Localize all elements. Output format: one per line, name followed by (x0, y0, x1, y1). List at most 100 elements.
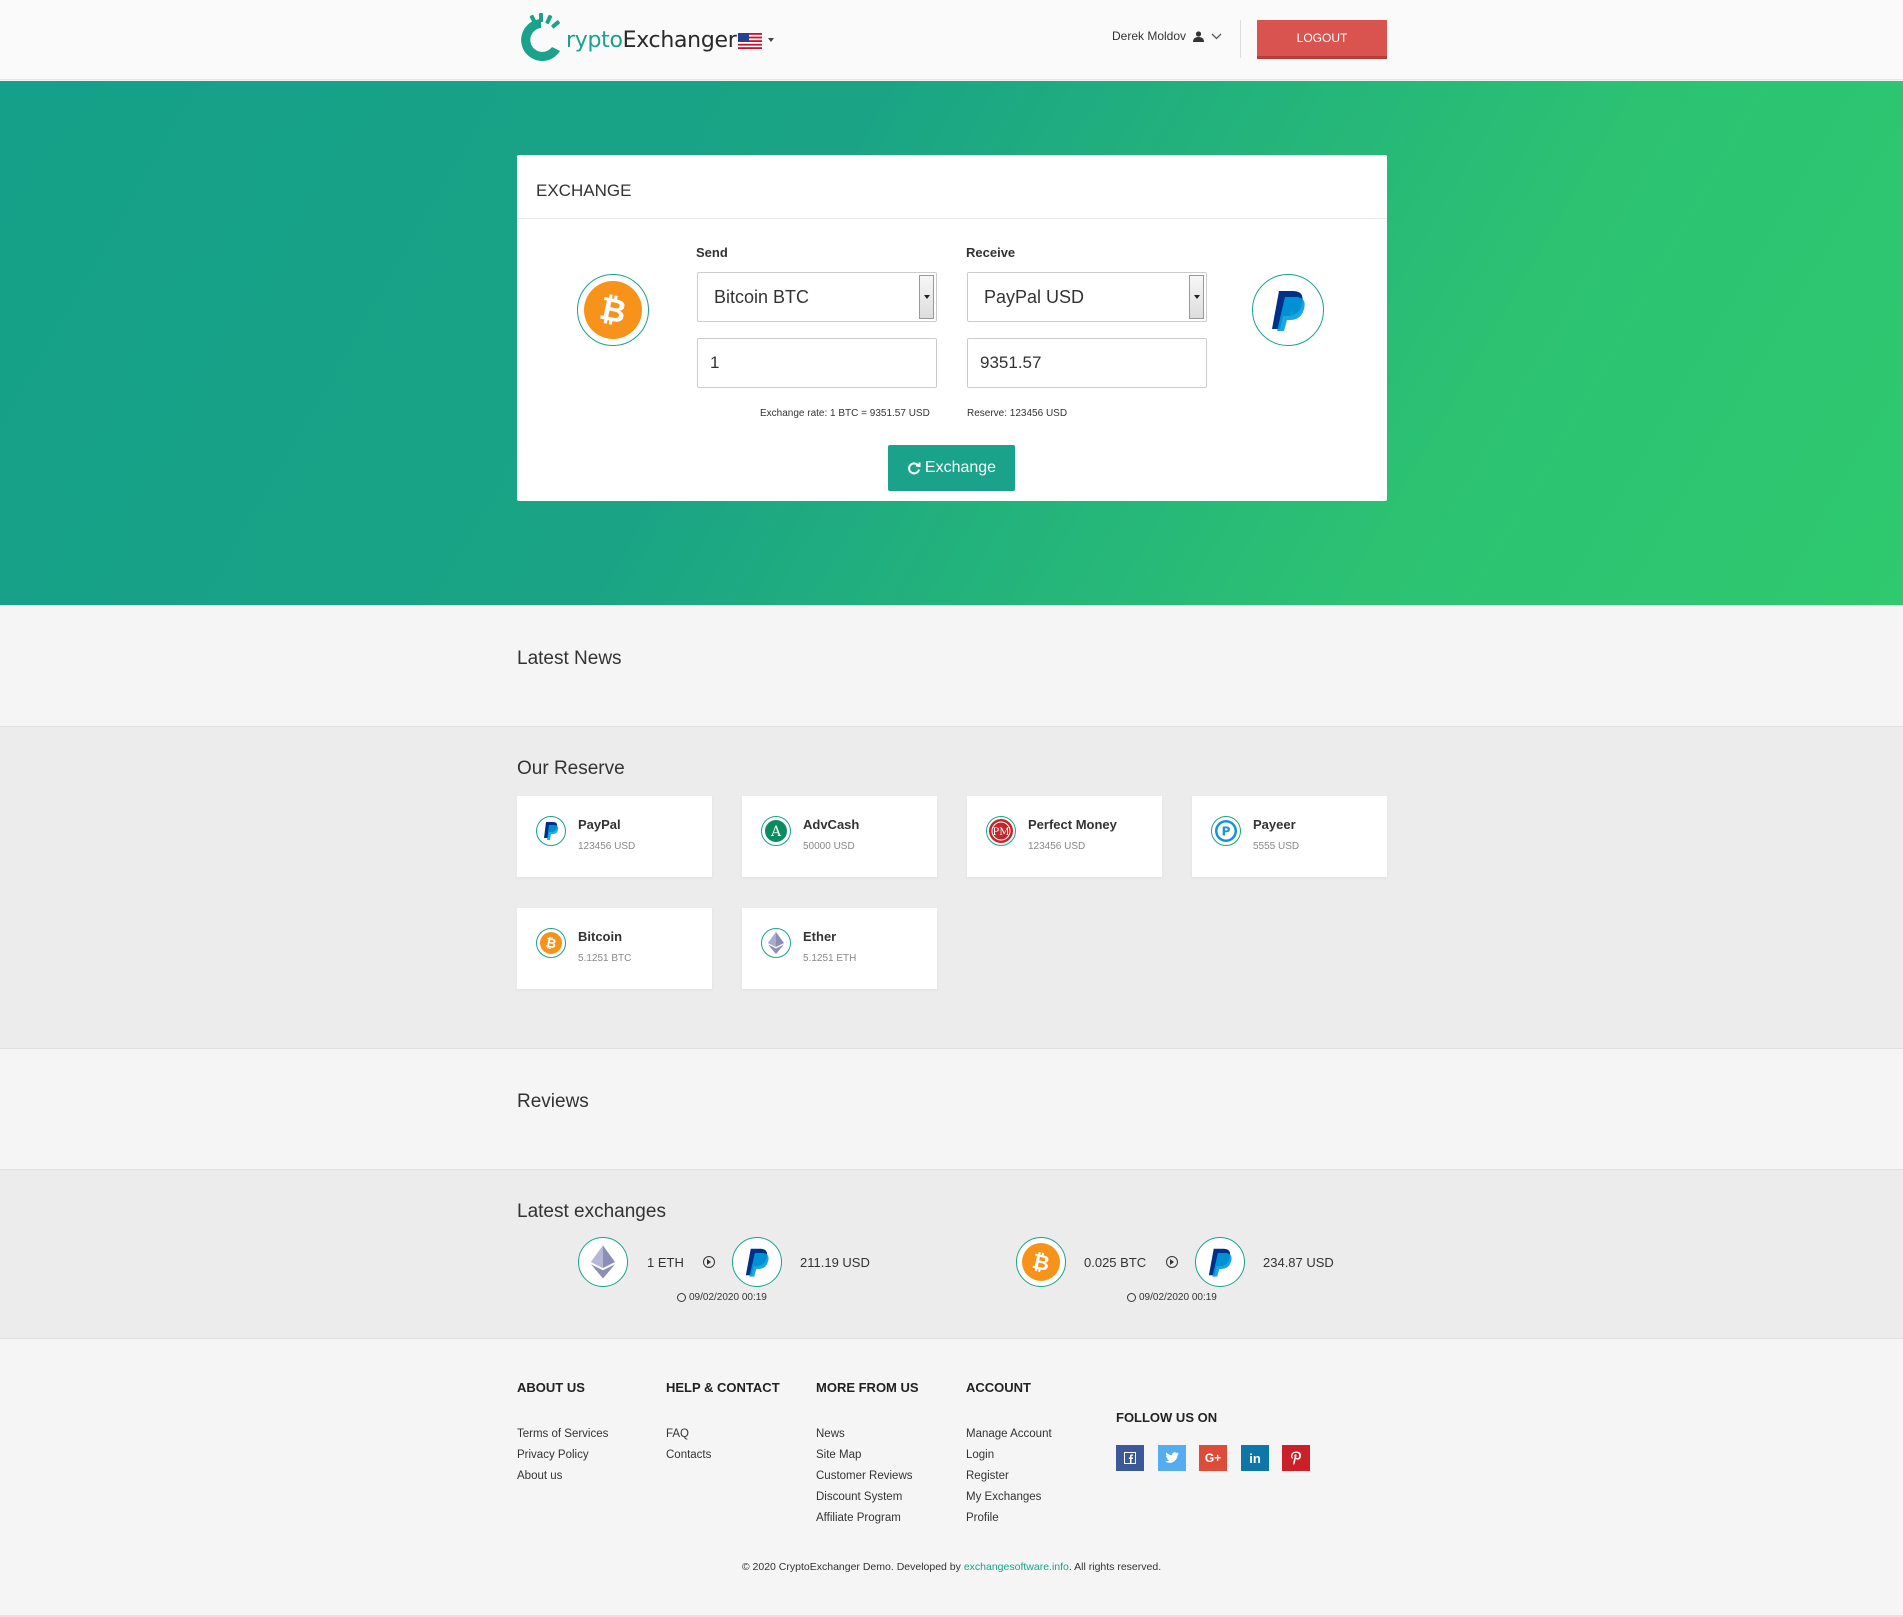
send-currency-logo: ₿ (577, 274, 649, 346)
send-select-arrow-icon[interactable] (919, 275, 934, 319)
paypal-icon (1195, 1237, 1245, 1287)
svg-text:PM: PM (993, 827, 1010, 838)
top-header: ryptoExchanger Derek Moldov LOGOUT (0, 0, 1903, 80)
reserve-text: Reserve: 123456 USD (967, 408, 1068, 419)
arrow-right-icon (703, 1256, 715, 1268)
latest-exchanges-section (0, 1169, 1903, 1339)
footer-link-news[interactable]: News (816, 1428, 845, 1440)
language-caret-icon[interactable] (768, 38, 774, 42)
exchange-button-label: Exchange (924, 459, 997, 476)
reserve-amount: 123456 USD (1028, 841, 1086, 852)
reserve-name: Bitcoin (578, 929, 623, 944)
user-menu[interactable]: Derek Moldov (1112, 29, 1222, 43)
reserve-name: Ether (803, 929, 837, 944)
footer-link-terms[interactable]: Terms of Services (517, 1428, 608, 1440)
clock-icon (677, 1293, 686, 1302)
latest-exchanges-title: Latest exchanges (517, 1201, 666, 1222)
bitcoin-icon: ₿ (536, 928, 566, 958)
receive-currency-value: PayPal USD (984, 286, 1085, 307)
footer (0, 1339, 1903, 1617)
footer-link-reviews[interactable]: Customer Reviews (816, 1470, 913, 1482)
reviews-section (0, 1049, 1903, 1169)
chevron-down-icon (1211, 33, 1222, 39)
payeer-icon: P (1211, 816, 1241, 846)
receive-currency-logo (1252, 274, 1324, 346)
perfect-money-icon: PM (986, 816, 1016, 846)
receive-label: Receive (966, 245, 1016, 260)
exchange-date: 09/02/2020 00:19 (1127, 1292, 1217, 1303)
footer-link-discount[interactable]: Discount System (816, 1491, 902, 1503)
pinterest-icon[interactable] (1282, 1445, 1310, 1471)
logo[interactable]: ryptoExchanger (516, 13, 737, 67)
exchange-date-text: 09/02/2020 00:19 (689, 1292, 767, 1303)
footer-link-faq[interactable]: FAQ (666, 1428, 689, 1440)
reserve-amount: 50000 USD (803, 841, 855, 852)
send-amount-input[interactable] (697, 338, 937, 388)
paypal-icon (536, 816, 566, 846)
us-flag-icon[interactable] (738, 33, 762, 49)
footer-heading-about: ABOUT US (517, 1380, 585, 1395)
footer-heading-help: HELP & CONTACT (666, 1380, 780, 1395)
footer-heading-account: ACCOUNT (966, 1380, 1031, 1395)
reserve-card-payeer: P Payeer 5555 USD (1192, 796, 1387, 877)
reserve-card-paypal: PayPal 123456 USD (517, 796, 712, 877)
linkedin-icon[interactable]: in (1241, 1445, 1269, 1471)
exchange-title: EXCHANGE (536, 181, 632, 200)
developer-link[interactable]: exchangesoftware.info (964, 1561, 1069, 1573)
svg-text:A: A (770, 824, 782, 840)
footer-heading-follow: FOLLOW US ON (1116, 1410, 1218, 1425)
bitcoin-icon: ₿ (584, 281, 642, 339)
footer-link-profile[interactable]: Profile (966, 1512, 999, 1524)
footer-heading-more: MORE FROM US (816, 1380, 919, 1395)
user-icon (1193, 30, 1205, 42)
receive-currency-select[interactable]: PayPal USD (967, 272, 1207, 322)
footer-link-privacy[interactable]: Privacy Policy (517, 1449, 589, 1461)
google-plus-icon[interactable]: G+ (1199, 1445, 1227, 1471)
ether-icon (761, 928, 791, 958)
logout-button[interactable]: LOGOUT (1257, 20, 1387, 59)
footer-link-manage-account[interactable]: Manage Account (966, 1428, 1052, 1440)
footer-link-my-exchanges[interactable]: My Exchanges (966, 1491, 1041, 1503)
reserve-amount: 5555 USD (1253, 841, 1300, 852)
footer-link-login[interactable]: Login (966, 1449, 994, 1461)
footer-link-affiliate[interactable]: Affiliate Program (816, 1512, 901, 1524)
reserve-name: PayPal (578, 817, 621, 832)
reserve-name: AdvCash (803, 817, 860, 832)
reserve-amount: 123456 USD (578, 841, 636, 852)
reserve-card-perfect-money: PM Perfect Money 123456 USD (967, 796, 1162, 877)
copyright-suffix: . All rights reserved. (1068, 1561, 1162, 1573)
receive-amount-input[interactable] (967, 338, 1207, 388)
reserve-card-bitcoin: ₿ Bitcoin 5.1251 BTC (517, 908, 712, 989)
receive-select-arrow-icon[interactable] (1189, 275, 1204, 319)
footer-link-register[interactable]: Register (966, 1470, 1009, 1482)
arrow-right-icon (1166, 1256, 1178, 1268)
reserve-title: Our Reserve (517, 758, 625, 779)
latest-news-title: Latest News (517, 648, 622, 669)
facebook-icon[interactable] (1116, 1445, 1144, 1471)
reserve-card-advcash: A AdvCash 50000 USD (742, 796, 937, 877)
logo-icon (521, 13, 560, 61)
latest-news-section (0, 605, 1903, 726)
reserve-name: Payeer (1253, 817, 1296, 832)
refresh-icon (908, 462, 921, 475)
header-divider (1240, 20, 1241, 58)
exchange-send-amount: 0.025 BTC (1084, 1255, 1147, 1270)
exchange-send-amount: 1 ETH (647, 1255, 684, 1270)
copyright-prefix: © 2020 CryptoExchanger Demo. Developed b… (741, 1561, 964, 1573)
footer-link-contacts[interactable]: Contacts (666, 1449, 711, 1461)
footer-link-about[interactable]: About us (517, 1470, 562, 1482)
svg-text:P: P (1222, 825, 1231, 839)
exchange-receive-amount: 211.19 USD (800, 1255, 870, 1270)
reserve-amount: 5.1251 BTC (578, 953, 632, 964)
reserve-section (0, 726, 1903, 1049)
send-currency-select[interactable]: Bitcoin BTC (697, 272, 937, 322)
paypal-icon (732, 1237, 782, 1287)
advcash-icon: A (761, 816, 791, 846)
footer-link-sitemap[interactable]: Site Map (816, 1449, 861, 1461)
logo-text: ryptoExchanger (566, 27, 737, 53)
twitter-icon[interactable] (1158, 1445, 1186, 1471)
exchange-date-text: 09/02/2020 00:19 (1139, 1292, 1217, 1303)
exchange-button[interactable]: Exchange (888, 445, 1015, 491)
ether-icon (578, 1237, 628, 1287)
exchange-rate-text: Exchange rate: 1 BTC = 9351.57 USD (760, 408, 930, 419)
